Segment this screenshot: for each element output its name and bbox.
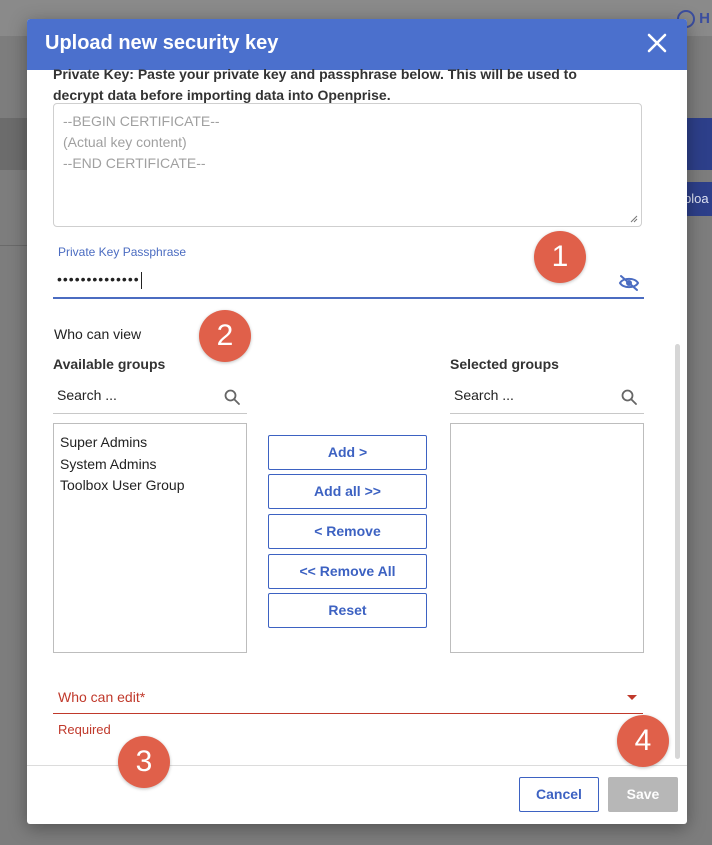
- search-icon[interactable]: [620, 388, 638, 406]
- search-icon[interactable]: [223, 388, 241, 406]
- help-label: H: [699, 10, 710, 27]
- key-placeholder-line: (Actual key content): [63, 134, 187, 150]
- list-item[interactable]: Super Admins: [60, 432, 240, 454]
- who-can-view-label: Who can view: [54, 326, 142, 342]
- modal-scrollbar[interactable]: [675, 344, 680, 759]
- key-placeholder-line: --BEGIN CERTIFICATE--: [63, 113, 220, 129]
- upload-key-modal: Upload new security key Private Key: Pas…: [27, 19, 687, 824]
- selected-groups-title: Selected groups: [450, 356, 559, 372]
- list-item[interactable]: Toolbox User Group: [60, 475, 240, 497]
- key-placeholder-line: --END CERTIFICATE--: [63, 155, 206, 171]
- intro-text: Private Key: Paste your private key and …: [53, 66, 577, 103]
- modal-title: Upload new security key: [45, 32, 279, 54]
- list-item[interactable]: System Admins: [60, 454, 240, 476]
- remove-button[interactable]: < Remove: [268, 514, 427, 549]
- callout-badge: 2: [199, 310, 251, 362]
- selected-search-input[interactable]: [454, 387, 614, 403]
- eye-slash-icon: [618, 275, 640, 291]
- available-search-input[interactable]: [57, 387, 217, 403]
- modal-header: Upload new security key: [27, 19, 687, 70]
- who-can-edit-select[interactable]: Who can edit*: [53, 685, 643, 714]
- required-error: Required: [58, 722, 111, 737]
- available-groups-title: Available groups: [53, 356, 166, 372]
- background-divider: [0, 245, 30, 246]
- add-button[interactable]: Add >: [268, 435, 427, 470]
- selected-search: [450, 383, 644, 414]
- remove-all-button[interactable]: << Remove All: [268, 554, 427, 589]
- save-button[interactable]: Save: [608, 777, 678, 812]
- callout-badge: 3: [118, 736, 170, 788]
- cancel-button[interactable]: Cancel: [519, 777, 599, 812]
- close-icon: [647, 33, 667, 53]
- who-can-edit-label: Who can edit*: [58, 689, 146, 705]
- selected-groups-list[interactable]: [450, 423, 644, 653]
- close-button[interactable]: [645, 31, 669, 55]
- text-caret: [140, 271, 142, 289]
- passphrase-label: Private Key Passphrase: [58, 245, 187, 259]
- available-groups-list[interactable]: Super Admins System Admins Toolbox User …: [53, 423, 247, 653]
- add-all-button[interactable]: Add all >>: [268, 474, 427, 509]
- callout-badge: 1: [534, 231, 586, 283]
- private-key-textarea[interactable]: --BEGIN CERTIFICATE-- (Actual key conten…: [53, 103, 642, 227]
- background-upload-label: ploa: [684, 191, 709, 206]
- chevron-down-icon: [627, 695, 637, 700]
- passphrase-dots: ••••••••••••••: [57, 271, 140, 287]
- passphrase-value: ••••••••••••••: [57, 271, 142, 289]
- callout-badge: 4: [617, 715, 669, 767]
- resize-grip-icon[interactable]: [630, 215, 638, 223]
- background-band: [0, 118, 30, 170]
- toggle-visibility-button[interactable]: [618, 273, 640, 293]
- available-search: [53, 383, 247, 414]
- reset-button[interactable]: Reset: [268, 593, 427, 628]
